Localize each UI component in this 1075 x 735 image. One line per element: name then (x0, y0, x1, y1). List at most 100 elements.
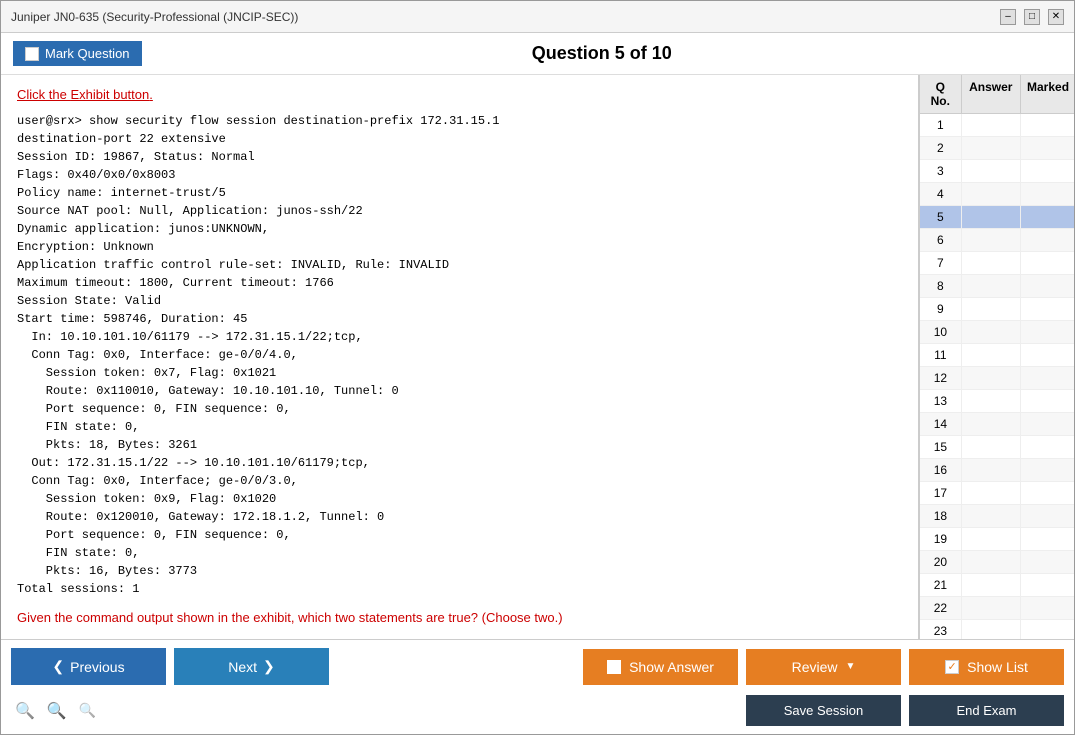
zoom-reset-icon: 🔍 (47, 703, 67, 720)
sidebar-cell-answer (962, 252, 1022, 274)
sidebar-cell-marked (1021, 321, 1074, 343)
sidebar-cell-answer (962, 137, 1022, 159)
sidebar-row[interactable]: 22 (920, 597, 1074, 620)
sidebar-cell-marked (1021, 160, 1074, 182)
sidebar-row[interactable]: 6 (920, 229, 1074, 252)
sidebar-cell-answer (962, 390, 1022, 412)
sidebar-cell-qno: 10 (920, 321, 962, 343)
sidebar-cell-qno: 21 (920, 574, 962, 596)
mark-question-label: Mark Question (45, 46, 130, 61)
sidebar-cell-answer (962, 482, 1022, 504)
sidebar-row[interactable]: 23 (920, 620, 1074, 639)
save-session-button[interactable]: Save Session (746, 695, 901, 726)
sidebar-row[interactable]: 21 (920, 574, 1074, 597)
sidebar-header: Q No. Answer Marked (920, 75, 1074, 114)
header-qno: Q No. (920, 75, 962, 113)
window-controls: – □ ✕ (1000, 9, 1064, 25)
sidebar-row[interactable]: 14 (920, 413, 1074, 436)
sidebar-cell-answer (962, 160, 1022, 182)
sidebar-cell-marked (1021, 137, 1074, 159)
sidebar-row[interactable]: 11 (920, 344, 1074, 367)
close-button[interactable]: ✕ (1048, 9, 1064, 25)
sidebar-cell-qno: 20 (920, 551, 962, 573)
sidebar-row[interactable]: 17 (920, 482, 1074, 505)
sidebar-row[interactable]: 4 (920, 183, 1074, 206)
sidebar-row[interactable]: 12 (920, 367, 1074, 390)
maximize-button[interactable]: □ (1024, 9, 1040, 25)
zoom-reset-button[interactable]: 🔍 (43, 698, 71, 723)
end-exam-label: End Exam (957, 703, 1017, 718)
previous-label: Previous (70, 659, 124, 675)
zoom-in-icon: 🔍 (79, 702, 96, 718)
zoom-out-button[interactable]: 🔍 (11, 698, 39, 723)
window-title: Juniper JN0-635 (Security-Professional (… (11, 10, 298, 24)
sidebar-row[interactable]: 1 (920, 114, 1074, 137)
sidebar-cell-qno: 5 (920, 206, 962, 228)
sidebar-cell-marked (1021, 114, 1074, 136)
sidebar-row[interactable]: 15 (920, 436, 1074, 459)
minimize-button[interactable]: – (1000, 9, 1016, 25)
zoom-in-button[interactable]: 🔍 (75, 700, 100, 721)
sidebar-row[interactable]: 13 (920, 390, 1074, 413)
sidebar-row[interactable]: 18 (920, 505, 1074, 528)
sidebar-cell-marked (1021, 390, 1074, 412)
sidebar-cell-answer (962, 229, 1022, 251)
exhibit-link[interactable]: Exhibit button (70, 87, 149, 102)
mark-checkbox-icon (25, 47, 39, 61)
sidebar-cell-answer (962, 206, 1022, 228)
sidebar-cell-qno: 17 (920, 482, 962, 504)
sidebar-row[interactable]: 10 (920, 321, 1074, 344)
sidebar-row[interactable]: 20 (920, 551, 1074, 574)
code-output: user@srx> show security flow session des… (17, 112, 902, 598)
sidebar-cell-answer (962, 528, 1022, 550)
sidebar-row[interactable]: 19 (920, 528, 1074, 551)
end-exam-button[interactable]: End Exam (909, 695, 1064, 726)
sidebar-cell-qno: 22 (920, 597, 962, 619)
sidebar-cell-marked (1021, 459, 1074, 481)
sidebar-rows-container: 1 2 3 4 5 6 7 8 (920, 114, 1074, 639)
sidebar-cell-marked (1021, 298, 1074, 320)
mark-question-button[interactable]: Mark Question (13, 41, 142, 66)
sidebar-cell-answer (962, 275, 1022, 297)
sidebar-cell-answer (962, 597, 1022, 619)
show-list-check-icon: ✓ (945, 660, 959, 674)
main-content: Click the Exhibit button. user@srx> show… (1, 75, 1074, 639)
sidebar-cell-marked (1021, 482, 1074, 504)
sidebar-cell-answer (962, 459, 1022, 481)
question-list-sidebar: Q No. Answer Marked 1 2 3 4 5 6 (919, 75, 1074, 639)
show-answer-button[interactable]: Show Answer (583, 649, 738, 685)
sidebar-cell-answer (962, 344, 1022, 366)
sidebar-row[interactable]: 7 (920, 252, 1074, 275)
previous-button[interactable]: Previous (11, 648, 166, 685)
sidebar-row[interactable]: 3 (920, 160, 1074, 183)
sidebar-cell-marked (1021, 183, 1074, 205)
next-button[interactable]: Next (174, 648, 329, 685)
nav-buttons-row: Previous Next Show Answer Review ▼ ✓ Sho… (1, 640, 1074, 693)
next-label: Next (228, 659, 257, 675)
show-list-button[interactable]: ✓ Show List (909, 649, 1064, 685)
sidebar-row[interactable]: 8 (920, 275, 1074, 298)
sidebar-row[interactable]: 16 (920, 459, 1074, 482)
sidebar-cell-answer (962, 367, 1022, 389)
sidebar-cell-qno: 9 (920, 298, 962, 320)
bottom-bar: Previous Next Show Answer Review ▼ ✓ Sho… (1, 639, 1074, 734)
sidebar-cell-marked (1021, 620, 1074, 639)
sidebar-cell-marked (1021, 206, 1074, 228)
sidebar-row[interactable]: 5 (920, 206, 1074, 229)
question-area: Click the Exhibit button. user@srx> show… (1, 75, 919, 639)
sidebar-cell-answer (962, 413, 1022, 435)
review-label: Review (792, 659, 838, 675)
sidebar-cell-qno: 12 (920, 367, 962, 389)
review-button[interactable]: Review ▼ (746, 649, 901, 685)
sidebar-cell-marked (1021, 252, 1074, 274)
sidebar-row[interactable]: 2 (920, 137, 1074, 160)
header-marked: Marked (1021, 75, 1074, 113)
session-end-controls: Save Session End Exam (746, 695, 1064, 726)
sidebar-cell-answer (962, 114, 1022, 136)
sidebar-row[interactable]: 9 (920, 298, 1074, 321)
application-window: Juniper JN0-635 (Security-Professional (… (0, 0, 1075, 735)
toolbar: Mark Question Question 5 of 10 (1, 33, 1074, 75)
sidebar-cell-qno: 18 (920, 505, 962, 527)
zoom-out-icon: 🔍 (15, 703, 35, 720)
question-body: Given the command output shown in the ex… (17, 610, 902, 625)
